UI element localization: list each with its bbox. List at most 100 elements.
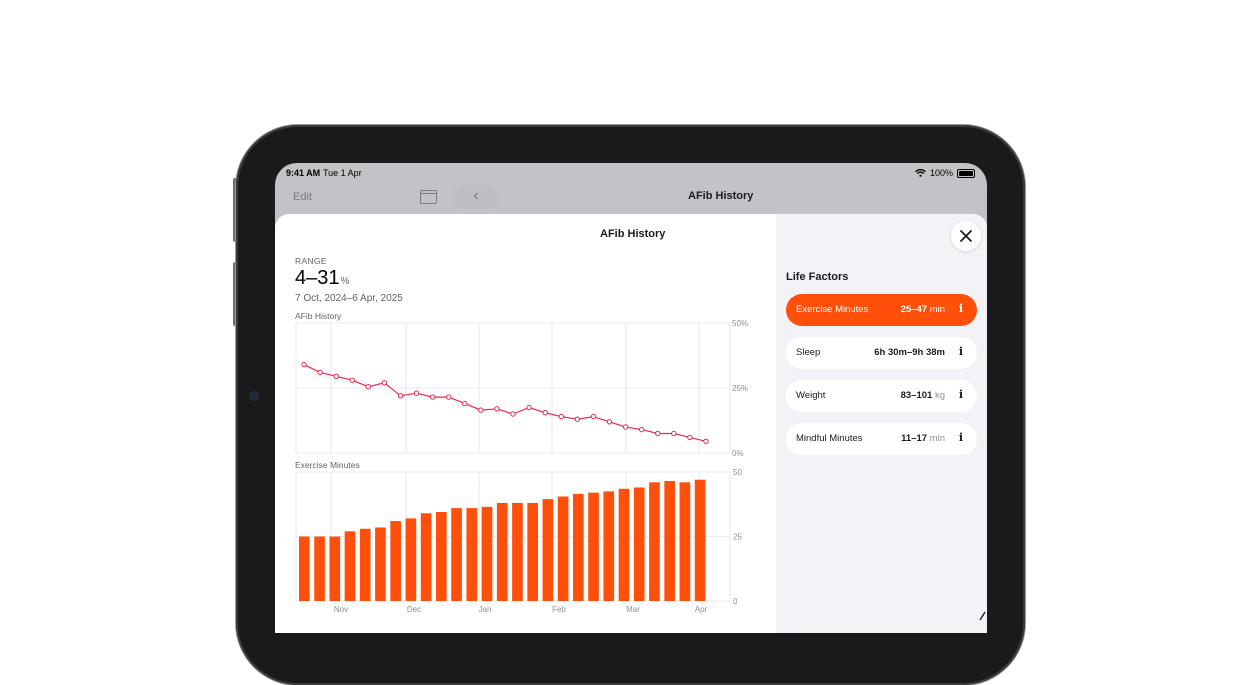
exercise-bar [603,491,615,601]
info-icon[interactable]: i [959,388,963,401]
afib-data-point [301,361,307,368]
life-factor-name: Exercise Minutes [796,304,869,315]
wifi-icon [915,169,926,177]
life-factor-name: Weight [796,390,826,401]
afib-data-point [365,384,372,390]
exercise-bar [420,513,432,601]
exercise-bar [451,508,462,601]
exercise-bar-chart: 50 25 0 Nov Dec Jan Feb Mar Apr [295,468,742,614]
afib-data-point [317,369,323,376]
exercise-y-tick-label: 50 [733,468,742,477]
exercise-bar [390,521,401,601]
exercise-y-tick-label: 0 [733,597,738,606]
exercise-x-tick-label: Mar [626,605,640,614]
sheet-title: AFib History [600,228,666,240]
afib-data-point [510,411,516,417]
life-factor-name: Mindful Minutes [796,433,863,444]
exercise-bar [588,492,599,601]
exercise-bar [512,502,523,601]
exercise-x-tick-label: Jan [479,605,492,614]
afib-data-point [446,394,452,400]
detail-sheet: AFib History RANGE 4–31% 7 Oct, 2024–6 A… [275,214,987,633]
life-factor-unit: min [929,304,945,315]
exercise-x-tick-label: Feb [552,605,566,614]
exercise-y-tick-label: 25 [733,533,742,542]
back-button[interactable]: ‹ [452,185,500,209]
afib-data-point [381,380,388,386]
life-factor-value: 11–17 min [901,433,945,444]
afib-data-point [703,438,709,445]
exercise-bar [481,506,493,601]
exercise-bar [466,508,478,601]
exercise-bar [344,531,356,601]
life-factor-value-number: 25–47 [900,304,928,315]
exercise-x-tick-label: Dec [407,605,421,614]
range-value: 4–31% [295,267,349,290]
exercise-bar [299,536,310,601]
sidebar-icon[interactable] [420,190,437,204]
battery-icon [957,168,975,178]
exercise-bar [542,499,554,601]
afib-data-point [478,407,484,413]
exercise-x-tick-label: Apr [695,605,708,614]
sheet-header: AFib History [275,214,987,254]
status-bar: 9:41 AM Tue 1 Apr 100% [275,163,987,183]
afib-y-tick-label: 0% [732,449,744,458]
afib-y-tick-label: 50% [732,319,748,328]
afib-data-point [494,406,500,412]
afib-data-point [622,424,629,430]
exercise-bar [314,536,325,601]
info-icon[interactable]: i [959,302,963,315]
exercise-bar [633,487,645,601]
date-range: 7 Oct, 2024–6 Apr, 2025 [295,293,403,304]
close-button[interactable] [951,221,981,251]
nav-bar: Edit ‹ AFib History [275,185,987,213]
life-factor-weight[interactable]: Weight 83–101 kg i [786,380,977,412]
afib-data-point [574,416,581,422]
exercise-bar [496,502,508,601]
life-factor-mindful-minutes[interactable]: Mindful Minutes 11–17 min i [786,423,977,455]
life-factor-exercise-minutes[interactable]: Exercise Minutes 25–47 min i [786,294,977,326]
afib-data-point [687,434,693,441]
screen: 9:41 AM Tue 1 Apr 100% Edit ‹ AFib Histo… [275,163,987,633]
afib-y-tick-label: 25% [732,384,748,393]
afib-series-line [303,364,707,442]
close-icon [960,230,972,242]
exercise-bar [664,481,675,601]
exercise-bar [649,482,660,601]
exercise-bar [436,511,447,601]
exercise-bar [359,528,371,601]
afib-data-point [429,394,436,400]
life-factor-value-number: 6h 30m–9h 38m [874,347,945,358]
life-factor-unit: min [929,433,945,444]
afib-data-point [542,410,548,416]
info-icon[interactable]: i [959,345,963,358]
life-factor-unit: kg [934,390,945,401]
life-factor-value-number: 11–17 [901,433,928,444]
exercise-bar [375,527,386,601]
status-time: 9:41 AM [286,168,321,178]
life-factor-value: 83–101 kg [901,390,945,401]
afib-data-point [558,413,564,420]
afib-data-point [671,430,677,437]
afib-data-point [526,404,532,411]
life-factor-sleep[interactable]: Sleep 6h 30m–9h 38m i [786,337,977,369]
battery-percent: 100% [929,168,953,178]
afib-data-point [606,419,613,425]
afib-data-point [638,426,645,433]
exercise-bar [679,482,691,601]
range-label: RANGE [295,256,327,266]
info-icon[interactable]: i [959,431,963,444]
exercise-bar [405,518,417,601]
afib-data-point [349,377,355,383]
edit-button[interactable]: Edit [293,191,312,203]
life-factor-value-number: 83–101 [900,390,933,401]
afib-data-point [413,390,420,396]
life-factor-value: 25–47 min [901,304,945,315]
afib-line-chart: 50% 25% 0% [295,319,748,458]
chevron-left-icon: ‹ [473,187,479,204]
exercise-bar [694,479,706,601]
range-unit: % [340,276,350,287]
exercise-bar [618,488,630,601]
life-factor-name: Sleep [796,347,821,358]
